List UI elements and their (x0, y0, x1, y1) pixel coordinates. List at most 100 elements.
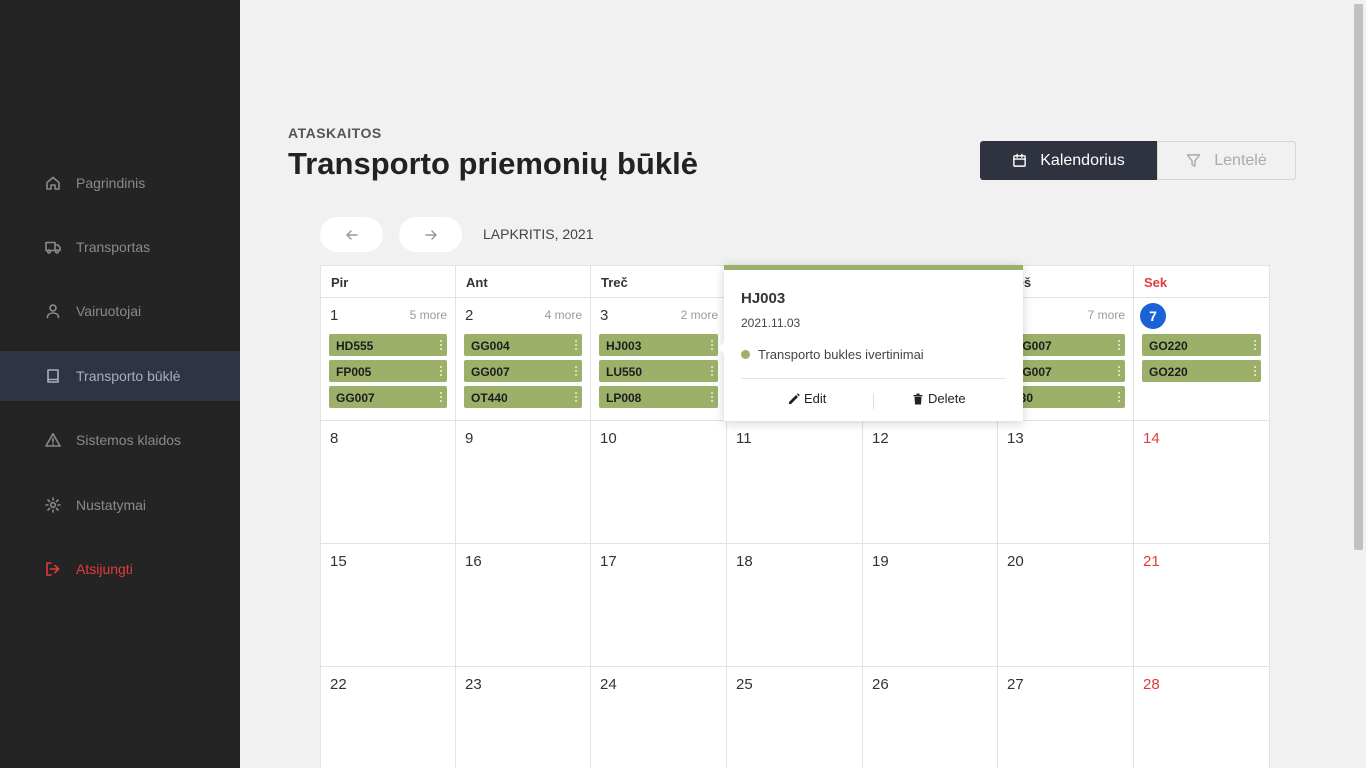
view-toggle: Kalendorius Lentelė (980, 141, 1296, 180)
day-number: 9 (465, 430, 474, 447)
calendar-day-cell[interactable]: 25 (727, 667, 863, 768)
sidebar-item-atsijungti[interactable]: Atsijungti (0, 544, 240, 594)
calendar-day-cell[interactable]: 3 2 more HJ003 LU550 LP008 (591, 298, 727, 420)
more-events-link[interactable]: 7 more (1088, 308, 1125, 322)
delete-label: Delete (928, 391, 966, 406)
sidebar-item-vairuotojai[interactable]: Vairuotojai (0, 286, 240, 336)
table-view-button[interactable]: Lentelė (1157, 141, 1296, 180)
calendar-day-cell[interactable]: 12 (863, 421, 998, 543)
sidebar-item-transportas[interactable]: Transportas (0, 222, 240, 272)
calendar-day-cell[interactable]: 14 (1134, 421, 1269, 543)
calendar-day-cell[interactable]: 11 (727, 421, 863, 543)
calendar-day-cell[interactable]: 10 (591, 421, 727, 543)
day-number: 27 (1007, 676, 1024, 693)
calendar-day-cell[interactable]: 8 (321, 421, 456, 543)
calendar-view-label: Kalendorius (1040, 151, 1125, 169)
sidebar-item-nustatymai[interactable]: Nustatymai (0, 480, 240, 530)
calendar-day-cell[interactable]: 22 (321, 667, 456, 768)
day-number: 13 (1007, 430, 1024, 447)
day-number: 25 (736, 676, 753, 693)
calendar-day-cell[interactable]: 17 (591, 544, 727, 666)
day-number: 20 (1007, 553, 1024, 570)
calendar-day-cell[interactable]: 19 (863, 544, 998, 666)
calendar-event[interactable]: GG007 (1006, 334, 1125, 356)
calendar-day-cell[interactable]: 1 5 more HD555 FP005 GG007 (321, 298, 456, 420)
calendar-day-cell[interactable]: 9 (456, 421, 591, 543)
calendar-event[interactable]: HD555 (329, 334, 447, 356)
book-icon (45, 368, 61, 384)
scrollbar-thumb[interactable] (1354, 4, 1363, 550)
calendar-event[interactable]: GG004 (464, 334, 582, 356)
calendar-day-cell[interactable]: 24 (591, 667, 727, 768)
today-day-number: 7 (1140, 303, 1166, 329)
table-view-label: Lentelė (1214, 151, 1267, 169)
warning-icon (45, 432, 61, 448)
day-number: 8 (330, 430, 339, 447)
calendar-event[interactable]: LP008 (599, 386, 718, 408)
calendar-day-cell[interactable]: 23 (456, 667, 591, 768)
day-number: 16 (465, 553, 482, 570)
day-number: 10 (600, 430, 617, 447)
weekday-label: Treč (591, 266, 727, 297)
arrow-right-icon (424, 229, 437, 240)
more-events-link[interactable]: 2 more (681, 308, 718, 322)
day-number: 23 (465, 676, 482, 693)
calendar-day-cell[interactable]: 20 (998, 544, 1134, 666)
category-dot-icon (741, 350, 750, 359)
calendar-day-cell[interactable]: 16 (456, 544, 591, 666)
calendar-event[interactable]: GG007 (1006, 360, 1125, 382)
day-number: 18 (736, 553, 753, 570)
calendar-day-cell[interactable]: 28 (1134, 667, 1269, 768)
next-month-button[interactable] (399, 217, 462, 252)
edit-label: Edit (804, 391, 827, 406)
calendar-day-cell[interactable]: 2 4 more GG004 GG007 OT440 (456, 298, 591, 420)
calendar-day-cell[interactable]: 15 (321, 544, 456, 666)
sidebar-item-sistemos-klaidos[interactable]: Sistemos klaidos (0, 415, 240, 465)
calendar-event[interactable]: LU550 (599, 360, 718, 382)
month-label: LAPKRITIS, 2021 (483, 226, 594, 242)
calendar-event[interactable]: GO220 (1142, 334, 1261, 356)
delete-button[interactable]: Delete (912, 391, 966, 406)
filter-icon (1186, 154, 1201, 167)
calendar-event[interactable]: OT440 (464, 386, 582, 408)
calendar-view-button[interactable]: Kalendorius (980, 141, 1157, 180)
calendar-event[interactable]: 330 (1006, 386, 1125, 408)
calendar-event[interactable]: FP005 (329, 360, 447, 382)
page-scrollbar[interactable] (1351, 0, 1366, 768)
more-events-link[interactable]: 5 more (410, 308, 447, 322)
edit-button[interactable]: Edit (788, 391, 826, 406)
calendar-event[interactable]: HJ003 (599, 334, 718, 356)
sidebar-item-pagrindinis[interactable]: Pagrindinis (0, 158, 240, 208)
calendar-event[interactable]: GO220 (1142, 360, 1261, 382)
truck-icon (45, 239, 61, 255)
popover-arrow (718, 342, 724, 354)
day-number: 24 (600, 676, 617, 693)
calendar-day-cell[interactable]: 13 (998, 421, 1134, 543)
calendar-week-row: 22 23 24 25 26 27 28 (321, 667, 1269, 768)
gear-icon (45, 497, 61, 513)
popover-title: HJ003 (741, 290, 786, 307)
day-number: 21 (1143, 553, 1160, 570)
sidebar-item-label: Sistemos klaidos (76, 432, 182, 448)
popover-category: Transporto bukles ivertinimai (741, 347, 924, 362)
calendar-day-cell[interactable]: 18 (727, 544, 863, 666)
trash-icon (913, 393, 923, 404)
day-number: 11 (736, 430, 752, 447)
popover-date: 2021.11.03 (741, 316, 801, 330)
previous-month-button[interactable] (320, 217, 383, 252)
day-number: 2 (465, 307, 474, 324)
sidebar-item-label: Transportas (76, 239, 151, 255)
calendar-day-cell[interactable]: 27 (998, 667, 1134, 768)
page-title: Transporto priemonių būklė (288, 146, 698, 181)
calendar-week-row: 8 9 10 11 12 13 14 (321, 421, 1269, 544)
calendar-icon (1013, 153, 1027, 167)
sidebar-item-transporto-bukle[interactable]: Transporto būklė (0, 351, 240, 401)
calendar-event[interactable]: GG007 (464, 360, 582, 382)
more-events-link[interactable]: 4 more (545, 308, 582, 322)
calendar-day-cell[interactable]: 7 GO220 GO220 (1134, 298, 1269, 420)
calendar-day-cell[interactable]: 21 (1134, 544, 1269, 666)
calendar-event[interactable]: GG007 (329, 386, 447, 408)
day-number: 1 (330, 307, 339, 324)
day-number: 28 (1143, 676, 1160, 693)
calendar-day-cell[interactable]: 26 (863, 667, 998, 768)
